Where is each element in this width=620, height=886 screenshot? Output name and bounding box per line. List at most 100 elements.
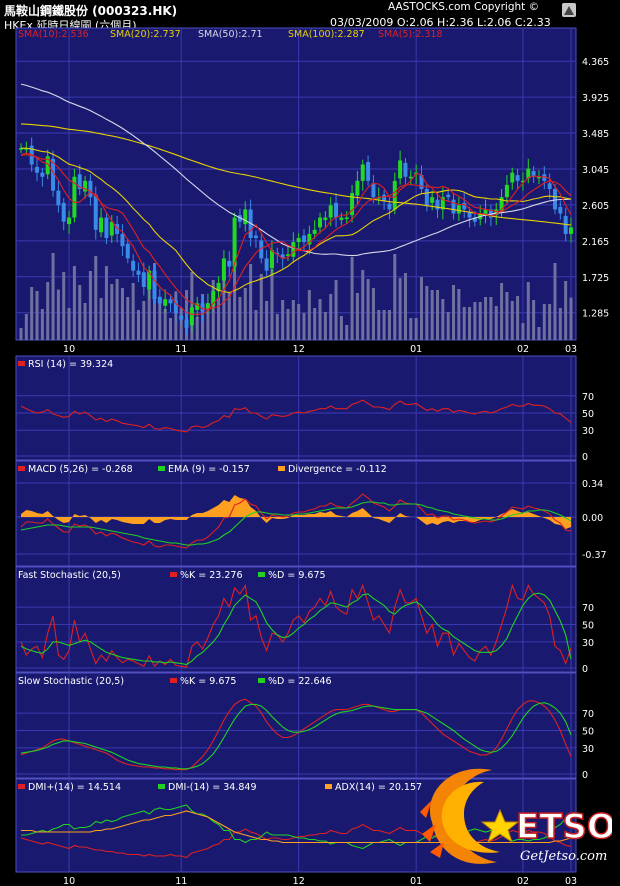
price-legend-item: SMA(5):2.318 — [378, 29, 443, 40]
x-tick-label: 10 — [63, 344, 75, 355]
x-tick-label: 03 — [565, 344, 577, 355]
candle-body — [189, 307, 194, 326]
volume-bar — [19, 328, 23, 340]
volume-bar — [553, 263, 557, 340]
candle-body — [403, 162, 408, 177]
candle-body — [61, 202, 66, 222]
candle-body — [131, 260, 136, 271]
y-tick-label: 50 — [582, 621, 594, 632]
volume-bar — [307, 290, 311, 340]
volume-bar — [275, 314, 279, 340]
volume-bar — [462, 307, 466, 340]
volume-bar — [361, 270, 365, 340]
candle-body — [227, 260, 232, 267]
candle-body — [291, 242, 296, 257]
y-tick-label: 3.485 — [582, 129, 609, 140]
candle-body — [552, 189, 557, 210]
candle-body — [446, 194, 451, 198]
x-tick-label-bottom: 12 — [293, 876, 305, 886]
volume-bar — [425, 286, 429, 340]
candle-body — [136, 270, 141, 275]
candle-body — [296, 238, 301, 243]
volume-bar — [233, 260, 237, 340]
volume-bar — [254, 310, 258, 340]
legend-label: %K = 23.276 — [180, 570, 243, 581]
y-tick-label: 1.725 — [582, 273, 609, 284]
price-legend-item: SMA(100):2.287 — [288, 29, 365, 40]
candle-body — [163, 299, 168, 306]
volume-bar — [329, 294, 333, 340]
price-legend-item: SMA(20):2.737 — [110, 29, 181, 40]
legend-label: %D = 9.675 — [268, 570, 326, 581]
volume-bar — [291, 300, 295, 340]
volume-bar — [484, 297, 488, 340]
candle-body — [355, 180, 360, 196]
volume-bar — [387, 310, 391, 340]
candle-body — [318, 217, 323, 228]
volume-bar — [478, 302, 482, 340]
volume-bar — [78, 285, 82, 340]
y-tick-label: 3.925 — [582, 93, 609, 104]
legend-swatch — [158, 466, 165, 471]
candle-body — [360, 164, 365, 181]
legend-label: DMI-(14) = 34.849 — [168, 782, 256, 793]
candle-body — [547, 183, 552, 189]
volume-bar — [366, 279, 370, 340]
legend-label: Slow Stochastic (20,5) — [18, 676, 124, 687]
candle-body — [504, 184, 509, 198]
x-tick-label: 02 — [517, 344, 529, 355]
legend-swatch — [158, 784, 165, 789]
candle-body — [451, 199, 456, 214]
volume-bar — [334, 280, 338, 340]
candle-body — [104, 217, 109, 238]
volume-bar — [414, 318, 418, 340]
y-tick-label: 30 — [582, 426, 594, 437]
legend-label: %K = 9.675 — [180, 676, 236, 687]
candle-body — [323, 217, 328, 221]
volume-bar — [323, 312, 327, 340]
volume-bar — [67, 308, 71, 340]
candle-body — [125, 243, 130, 259]
legend-label: RSI (14) = 39.324 — [28, 359, 113, 370]
legend-swatch — [18, 784, 25, 789]
panel-macd — [15, 460, 577, 567]
volume-bar — [548, 304, 552, 340]
volume-bar — [238, 297, 242, 340]
x-tick-label: 11 — [175, 344, 187, 355]
volume-bar — [457, 289, 461, 340]
candle-body — [40, 172, 45, 177]
candle-body — [515, 175, 520, 181]
volume-bar — [72, 266, 76, 340]
legend-swatch — [278, 466, 285, 471]
volume-bar — [526, 282, 530, 340]
volume-bar — [163, 309, 167, 340]
volume-bar — [104, 266, 108, 340]
volume-bar — [227, 293, 231, 340]
volume-bar — [270, 269, 274, 340]
y-tick-label: 2.605 — [582, 201, 609, 212]
volume-bar — [281, 300, 285, 340]
y-tick-label: 0 — [582, 452, 588, 463]
legend-label: Divergence = -0.112 — [288, 464, 387, 475]
logo-text: ETSO — [516, 807, 612, 847]
y-tick-label: -0.37 — [582, 550, 607, 561]
volume-bar — [51, 253, 55, 340]
volume-bar — [500, 283, 504, 340]
x-tick-label: 12 — [293, 344, 305, 355]
volume-bar — [195, 317, 199, 340]
candle-body — [35, 166, 40, 173]
volume-bar — [88, 271, 92, 340]
y-tick-label: 70 — [582, 709, 594, 720]
volume-bar — [516, 296, 520, 340]
candle-body — [168, 299, 173, 304]
volume-bar — [243, 288, 247, 340]
candle-body — [179, 315, 184, 320]
candle-body — [99, 217, 104, 233]
legend-label: DMI+(14) = 14.514 — [28, 782, 121, 793]
volume-bar — [441, 299, 445, 340]
volume-bar — [436, 290, 440, 340]
volume-bar — [532, 300, 536, 340]
y-tick-label: 0.34 — [582, 479, 603, 490]
candle-body — [253, 235, 258, 238]
candle-body — [302, 235, 307, 243]
